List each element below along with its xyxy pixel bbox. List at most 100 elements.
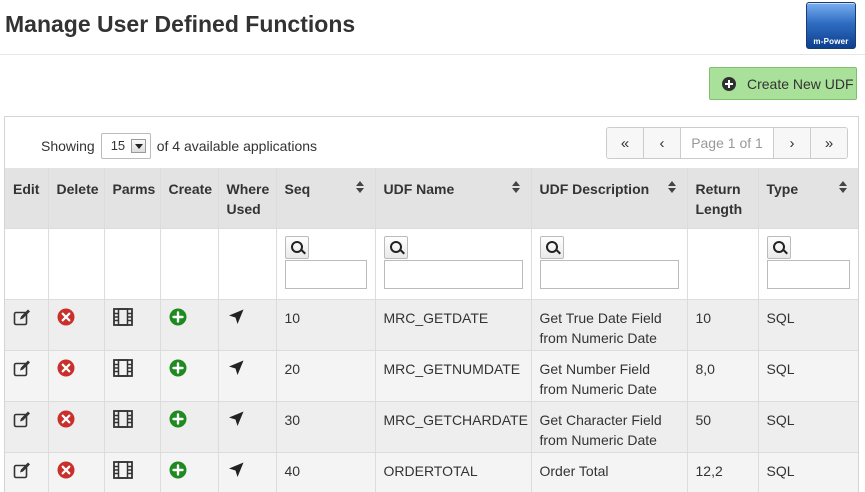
- seq-filter-input[interactable]: [284, 259, 367, 289]
- filter-row: [5, 228, 858, 300]
- filter-cell-empty: [104, 228, 161, 300]
- mpower-logo: m-Power: [806, 2, 856, 49]
- type-cell: SQL: [758, 401, 858, 453]
- create-new-udf-button[interactable]: Create New UDF: [709, 67, 857, 100]
- udf-description-filter-input[interactable]: [539, 259, 679, 289]
- where-used-cell: [218, 299, 277, 351]
- udf-name-cell: MRC_GETDATE: [375, 299, 532, 351]
- showing-label: Showing: [41, 138, 95, 154]
- udf-list-panel: Showing 15 of 4 available applications «…: [4, 116, 859, 492]
- table-row: 30 MRC_GETCHARDATE Get Character Field fro…: [5, 401, 858, 453]
- seq-cell: 10: [276, 299, 376, 351]
- previous-page-button[interactable]: ‹: [644, 128, 681, 158]
- search-icon[interactable]: [766, 235, 791, 259]
- column-header-udf-name[interactable]: UDF Name: [375, 168, 532, 229]
- udf-name-cell: MRC_GETNUMDATE: [375, 350, 532, 402]
- column-header-udf-description[interactable]: UDF Description: [531, 168, 688, 229]
- delete-cell: [48, 299, 105, 351]
- sort-icon[interactable]: [511, 181, 521, 193]
- search-icon[interactable]: [383, 235, 408, 259]
- chevron-down-icon: [130, 139, 146, 153]
- next-page-button[interactable]: ›: [774, 128, 811, 158]
- column-header-type[interactable]: Type: [758, 168, 858, 229]
- where-used-cell: [218, 401, 277, 453]
- create-cell: [160, 452, 219, 492]
- filter-cell-empty: [687, 228, 759, 300]
- return-length-cell: 10: [687, 299, 759, 351]
- where-used-arrow-icon[interactable]: [227, 461, 245, 479]
- udf-description-cell: Order Total: [531, 452, 688, 492]
- udf-description-cell: Get Character Field from Numeric Date: [531, 401, 688, 453]
- film-icon[interactable]: [112, 409, 133, 428]
- column-header-edit: Edit: [5, 168, 49, 229]
- edit-icon[interactable]: [13, 308, 31, 326]
- sort-icon[interactable]: [355, 181, 365, 193]
- where-used-arrow-icon[interactable]: [227, 308, 245, 326]
- type-cell: SQL: [758, 452, 858, 492]
- seq-cell: 30: [276, 401, 376, 453]
- return-length-cell: 12,2: [687, 452, 759, 492]
- where-used-arrow-icon[interactable]: [227, 359, 245, 377]
- available-count-label: of 4 available applications: [156, 138, 318, 154]
- edit-icon[interactable]: [13, 359, 31, 377]
- udf-description-cell: Get True Date Field from Numeric Date: [531, 299, 688, 351]
- film-icon[interactable]: [112, 460, 133, 479]
- udf-name-cell: MRC_GETCHARDATE: [375, 401, 532, 453]
- seq-cell: 20: [276, 350, 376, 402]
- where-used-arrow-icon[interactable]: [227, 410, 245, 428]
- delete-icon[interactable]: [57, 308, 75, 326]
- last-page-button[interactable]: »: [811, 128, 847, 158]
- page-size-select[interactable]: 15: [100, 133, 151, 159]
- udf-name-cell: ORDERTOTAL: [375, 452, 532, 492]
- parms-cell: [104, 401, 161, 453]
- add-icon[interactable]: [169, 359, 187, 377]
- filter-cell-udf-description: [531, 228, 688, 300]
- edit-icon[interactable]: [13, 461, 31, 479]
- header-row: Edit Delete Parms Create Where Used Seq …: [5, 168, 858, 229]
- logo-text: m-Power: [813, 37, 849, 46]
- first-page-button[interactable]: «: [607, 128, 644, 158]
- page-size-value: 15: [110, 138, 126, 153]
- type-cell: SQL: [758, 299, 858, 351]
- column-header-parms: Parms: [104, 168, 161, 229]
- search-icon[interactable]: [284, 235, 309, 259]
- delete-icon[interactable]: [57, 461, 75, 479]
- page-indicator[interactable]: Page 1 of 1: [681, 128, 774, 158]
- where-used-cell: [218, 452, 277, 492]
- filter-cell-empty: [5, 228, 49, 300]
- edit-icon[interactable]: [13, 410, 31, 428]
- table-row: 40 ORDERTOTAL Order Total 12,2 SQL: [5, 452, 858, 492]
- film-icon[interactable]: [112, 307, 133, 326]
- return-length-cell: 50: [687, 401, 759, 453]
- udf-description-cell: Get Number Field from Numeric Date: [531, 350, 688, 402]
- search-icon[interactable]: [539, 235, 564, 259]
- title-divider: [0, 54, 865, 55]
- type-cell: SQL: [758, 350, 858, 402]
- sort-icon[interactable]: [667, 181, 677, 193]
- type-filter-input[interactable]: [766, 259, 850, 289]
- delete-cell: [48, 350, 105, 402]
- edit-cell: [5, 401, 49, 453]
- column-header-where-used: Where Used: [218, 168, 277, 229]
- sort-icon[interactable]: [839, 181, 848, 193]
- add-icon[interactable]: [169, 308, 187, 326]
- filter-cell-seq: [276, 228, 376, 300]
- filter-cell-type: [758, 228, 858, 300]
- table-row: 10 MRC_GETDATE Get True Date Field from Nu…: [5, 299, 858, 351]
- udf-name-filter-input[interactable]: [383, 259, 523, 289]
- column-header-seq[interactable]: Seq: [276, 168, 376, 229]
- add-icon[interactable]: [169, 410, 187, 428]
- page-size-control: Showing 15 of 4 available applications: [41, 131, 323, 161]
- create-cell: [160, 401, 219, 453]
- film-icon[interactable]: [112, 358, 133, 377]
- parms-cell: [104, 350, 161, 402]
- create-cell: [160, 299, 219, 351]
- delete-icon[interactable]: [57, 359, 75, 377]
- delete-icon[interactable]: [57, 410, 75, 428]
- edit-cell: [5, 452, 49, 492]
- parms-cell: [104, 452, 161, 492]
- column-header-return-length: Return Length: [687, 168, 759, 229]
- create-cell: [160, 350, 219, 402]
- page-title: Manage User Defined Functions: [5, 11, 356, 37]
- add-icon[interactable]: [169, 461, 187, 479]
